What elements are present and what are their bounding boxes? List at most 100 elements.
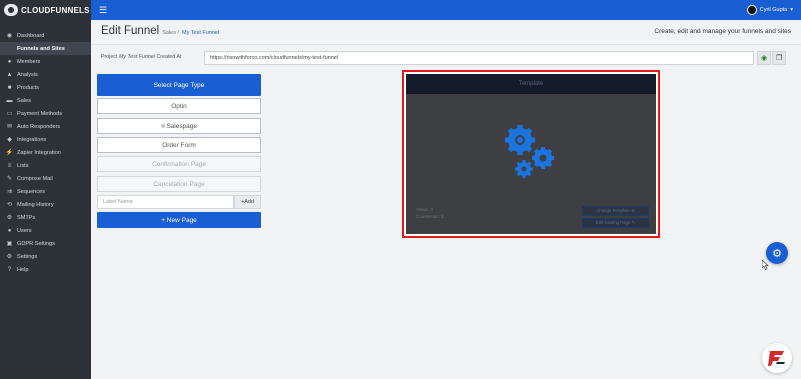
sidebar-item-integrations[interactable]: ◆ Integrations <box>0 133 91 146</box>
sidebar-item-label: Sequences <box>17 188 45 195</box>
sidebar-item-label: Compose Mail <box>17 175 53 182</box>
sidebar-nav: ◉ Dashboard ▼ Funnels and Sites ● Members ▲ Ana… <box>0 29 91 276</box>
gdpr-icon: ▣ <box>6 241 13 247</box>
sidebar-item-members[interactable]: ● Members <box>0 55 91 68</box>
created-at-label: Created At <box>156 54 182 60</box>
project-name: My Test Funnel <box>118 54 155 60</box>
users-icon: ● <box>7 227 12 234</box>
sidebar-item-label: Zapier Integration <box>17 149 61 156</box>
page-title: Edit Funnel <box>101 25 160 37</box>
sidebar-item-sequences[interactable]: ⇉ Sequences <box>0 185 91 198</box>
order-form-button[interactable]: Order Form <box>97 137 261 153</box>
sidebar-item-smtps[interactable]: ⚙ SMTPs <box>0 211 91 224</box>
sidebar-item-label: GDPR Settings <box>17 240 55 247</box>
user-name: Cyril Gupta <box>759 7 788 13</box>
sidebar-item-settings[interactable]: ⚙ Settings <box>0 250 91 263</box>
sidebar-item-label: Sales <box>17 97 31 104</box>
edit-existing-page-button[interactable]: Edit existing Page ✎ <box>582 218 649 228</box>
salespage-icon: ◎ <box>160 123 166 129</box>
sidebar-item-payment-methods[interactable]: ▭ Payment Methods <box>0 107 91 120</box>
sidebar-item-mailing-history[interactable]: ⟲ Mailing History <box>0 198 91 211</box>
salespage-button[interactable]: ◎ Salespage <box>97 118 261 134</box>
copy-icon[interactable]: ❐ <box>772 51 786 65</box>
brand-watermark-logo <box>762 343 792 373</box>
sidebar-item-compose-mail[interactable]: ✎ Compose Mail <box>0 172 91 185</box>
dashboard-icon: ◉ <box>6 33 13 39</box>
sidebar-item-label: SMTPs <box>17 214 36 221</box>
sidebar-item-label: Auto Responders <box>17 123 61 130</box>
sidebar-item-funnels-and-sites[interactable]: ▼ Funnels and Sites <box>0 42 91 55</box>
sidebar-item-lists[interactable]: ≡ Lists <box>0 159 91 172</box>
project-prefix: Project <box>101 54 118 60</box>
views-count: Views: 0 <box>416 207 433 212</box>
analysis-icon: ▲ <box>6 71 13 78</box>
user-menu[interactable]: Cyril Gupta ▾ <box>746 5 793 15</box>
optin-button[interactable]: Optin <box>97 98 261 114</box>
sidebar-item-label: Funnels and Sites <box>17 45 65 52</box>
logo-text: CLOUDFUNNELS <box>21 5 90 15</box>
preview-stats: Views: 0 Conversion: 1 <box>416 206 444 220</box>
brand-logo-icon <box>768 351 785 366</box>
cancelation-page-button[interactable]: Cancelation Page <box>97 176 261 192</box>
sales-icon: ▬ <box>6 97 13 104</box>
sidebar-item-auto-responders[interactable]: ✉ Auto Responders <box>0 120 91 133</box>
sidebar-item-help[interactable]: ? Help <box>0 263 91 276</box>
select-page-type-button[interactable]: Select Page Type <box>97 74 261 96</box>
change-template-button[interactable]: Change Template ⚙ <box>582 206 649 216</box>
sidebar-item-label: Products <box>17 84 40 91</box>
sequences-icon: ⇉ <box>6 189 13 195</box>
help-icon: ? <box>7 266 12 273</box>
compose-mail-icon: ✎ <box>6 176 13 182</box>
smtp-icon: ⚙ <box>6 215 13 221</box>
lists-icon: ≡ <box>7 162 12 169</box>
members-icon: ● <box>7 58 12 65</box>
settings-icon: ⚙ <box>6 254 13 260</box>
new-page-button[interactable]: + New Page <box>97 212 261 228</box>
funnel-url-field[interactable]: https://risowithforco.com/cloudfunnels/m… <box>204 51 754 65</box>
sidebar-item-label: Payment Methods <box>17 110 63 117</box>
sidebar-item-label: Integrations <box>17 136 47 143</box>
sidebar-item-label: Analysis <box>17 71 38 78</box>
app-logo[interactable]: CLOUDFUNNELS <box>0 0 91 20</box>
preview-header: Template <box>406 74 656 94</box>
page-subtitle: Create, edit and manage your funnels and… <box>654 27 791 35</box>
project-info: Project My Test Funnel Created At <box>101 54 182 60</box>
mouse-cursor-icon <box>762 260 769 270</box>
sidebar-item-zapier-integration[interactable]: ⚡ Zapier Integration <box>0 146 91 159</box>
sidebar-item-gdpr-settings[interactable]: ▣ GDPR Settings <box>0 237 91 250</box>
funnel-icon: ▼ <box>6 46 13 52</box>
sidebar-item-sales[interactable]: ▬ Sales <box>0 94 91 107</box>
sidebar: CLOUDFUNNELS ◉ Dashboard ▼ Funnels and Site… <box>0 0 91 379</box>
label-name-input[interactable]: Label Name <box>97 195 234 209</box>
breadcrumb-link[interactable]: My Test Funnel <box>182 30 219 36</box>
salespage-label: Salespage <box>166 122 198 130</box>
top-bar: ☰ Cyril Gupta ▾ <box>91 0 801 20</box>
avatar <box>746 5 757 15</box>
cloud-logo-icon <box>4 4 18 16</box>
sidebar-item-label: Help <box>17 266 29 273</box>
gear-icon: ⚙ <box>772 247 782 260</box>
template-preview[interactable]: Template Views: 0 Conversion: 1 Change T… <box>406 74 656 234</box>
mailing-history-icon: ⟲ <box>6 202 13 208</box>
view-eye-icon[interactable]: ◉ <box>757 51 771 65</box>
sidebar-item-users[interactable]: ● Users <box>0 224 91 237</box>
sidebar-item-label: Lists <box>17 162 29 169</box>
zapier-icon: ⚡ <box>5 150 14 156</box>
confirmation-page-button[interactable]: Confirmation Page <box>97 156 261 172</box>
sidebar-item-analysis[interactable]: ▲ Analysis <box>0 68 91 81</box>
page-header: Edit Funnel Sales / My Test Funnel Creat… <box>91 20 801 42</box>
chevron-down-icon: ▾ <box>790 7 793 13</box>
sidebar-item-label: Settings <box>17 253 38 260</box>
auto-responder-icon: ✉ <box>6 124 13 130</box>
menu-icon[interactable]: ☰ <box>99 5 107 16</box>
add-label-button[interactable]: +Add <box>234 195 261 209</box>
products-icon: ■ <box>7 84 12 91</box>
breadcrumb: Sales / <box>162 30 180 36</box>
sidebar-item-label: Members <box>17 58 41 65</box>
divider <box>91 44 801 45</box>
sidebar-item-dashboard[interactable]: ◉ Dashboard <box>0 29 91 42</box>
integrations-icon: ◆ <box>7 137 12 143</box>
payment-icon: ▭ <box>6 111 13 117</box>
sidebar-item-products[interactable]: ■ Products <box>0 81 91 94</box>
sidebar-item-label: Users <box>17 227 32 234</box>
